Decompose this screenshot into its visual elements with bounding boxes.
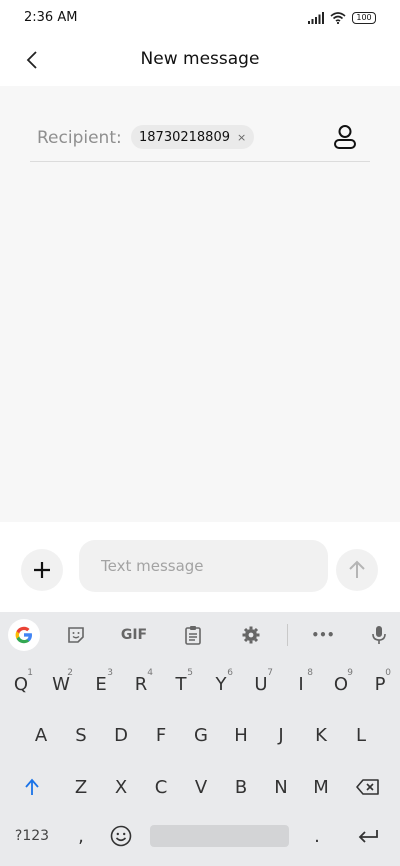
key-a[interactable]: A	[22, 715, 60, 755]
key-v[interactable]: V	[182, 767, 220, 807]
google-icon[interactable]	[8, 619, 40, 651]
key-z[interactable]: Z	[62, 767, 100, 807]
arrow-up-icon	[349, 560, 365, 578]
page-title: New message	[140, 49, 260, 69]
enter-key[interactable]	[346, 816, 390, 856]
key-label: I	[298, 673, 304, 695]
period-key[interactable]: .	[298, 816, 336, 856]
key-d[interactable]: D	[102, 715, 140, 755]
key-r[interactable]: R4	[122, 664, 160, 704]
key-label: Q	[13, 673, 29, 695]
shift-key[interactable]	[10, 767, 54, 807]
toolbar-divider	[287, 624, 288, 646]
key-h[interactable]: H	[222, 715, 260, 755]
gear-icon	[242, 626, 260, 644]
space-key[interactable]	[150, 825, 289, 847]
key-label: U	[254, 673, 268, 695]
recipient-chip[interactable]: 18730218809 ×	[131, 125, 255, 149]
key-i[interactable]: I8	[282, 664, 320, 704]
key-hint: 4	[147, 668, 153, 678]
signal-icon	[308, 12, 324, 24]
key-k[interactable]: K	[302, 715, 340, 755]
mic-glyph-icon	[372, 626, 386, 644]
key-x[interactable]: X	[102, 767, 140, 807]
key-w[interactable]: W2	[42, 664, 80, 704]
recipient-label: Recipient:	[37, 128, 122, 148]
key-hint: 6	[227, 668, 233, 678]
emoji-key[interactable]	[102, 816, 140, 856]
key-label: T	[175, 673, 187, 695]
send-button[interactable]	[336, 549, 378, 591]
key-label: O	[333, 673, 349, 695]
backspace-icon	[356, 779, 379, 795]
key-hint: 7	[267, 668, 273, 678]
key-c[interactable]: C	[142, 767, 180, 807]
contact-icon	[334, 125, 356, 149]
key-u[interactable]: U7	[242, 664, 280, 704]
key-o[interactable]: O9	[322, 664, 360, 704]
key-b[interactable]: B	[222, 767, 260, 807]
key-e[interactable]: E3	[82, 664, 120, 704]
recipient-chip-text: 18730218809	[139, 129, 230, 145]
keyboard-toolbar: GIF •••	[0, 612, 400, 658]
clipboard-glyph-icon	[185, 626, 201, 645]
key-g[interactable]: G	[182, 715, 220, 755]
keyboard: GIF ••• Q 1 W 2 E 3 R 4 T 5 Y 6 U 7 I 8 …	[0, 612, 400, 866]
symbols-key[interactable]: ?123	[6, 816, 58, 856]
recipient-row: Recipient: 18730218809 ×	[30, 116, 370, 162]
status-time: 2:36 AM	[24, 10, 78, 25]
message-input[interactable]	[79, 540, 328, 592]
key-hint: 9	[347, 668, 353, 678]
backspace-key[interactable]	[346, 767, 390, 807]
key-hint: 8	[307, 668, 313, 678]
microphone-icon[interactable]	[364, 620, 394, 650]
key-m[interactable]: M	[302, 767, 340, 807]
status-bar: 2:36 AM 100	[0, 0, 400, 34]
key-hint: 0	[385, 668, 391, 678]
app-header: New message	[0, 34, 400, 86]
key-s[interactable]: S	[62, 715, 100, 755]
key-hint: 1	[27, 668, 33, 678]
key-p[interactable]: P0	[362, 664, 398, 704]
key-f[interactable]: F	[142, 715, 180, 755]
battery-icon: 100	[352, 12, 376, 24]
google-logo-icon	[15, 626, 32, 644]
key-y[interactable]: Y6	[202, 664, 240, 704]
plus-icon	[34, 562, 50, 578]
more-options-button[interactable]: •••	[308, 620, 338, 650]
key-j[interactable]: J	[262, 715, 300, 755]
composer-bar	[0, 522, 400, 612]
key-q[interactable]: Q1	[2, 664, 40, 704]
key-t[interactable]: T5	[162, 664, 200, 704]
key-n[interactable]: N	[262, 767, 300, 807]
gif-button[interactable]: GIF	[116, 620, 152, 650]
key-label: E	[95, 673, 107, 695]
key-hint: 5	[187, 668, 193, 678]
sticker-icon[interactable]	[61, 620, 91, 650]
emoji-icon	[110, 825, 132, 847]
add-contact-button[interactable]	[330, 122, 360, 152]
key-label: P	[374, 673, 386, 695]
settings-gear-icon[interactable]	[236, 620, 266, 650]
wifi-icon	[330, 12, 346, 24]
comma-key[interactable]: ,	[62, 816, 100, 856]
shift-arrow-icon	[25, 778, 39, 795]
key-hint: 3	[107, 668, 113, 678]
status-icons: 100	[308, 10, 376, 26]
add-attachment-button[interactable]	[21, 549, 63, 591]
message-area: Recipient: 18730218809 ×	[0, 86, 400, 522]
key-label: Y	[215, 673, 227, 695]
key-label: R	[134, 673, 148, 695]
clipboard-icon[interactable]	[178, 620, 208, 650]
enter-arrow-icon	[358, 830, 378, 843]
remove-recipient-button[interactable]: ×	[237, 131, 246, 144]
sticker-glyph-icon	[68, 627, 84, 643]
key-l[interactable]: L	[342, 715, 380, 755]
key-hint: 2	[67, 668, 73, 678]
